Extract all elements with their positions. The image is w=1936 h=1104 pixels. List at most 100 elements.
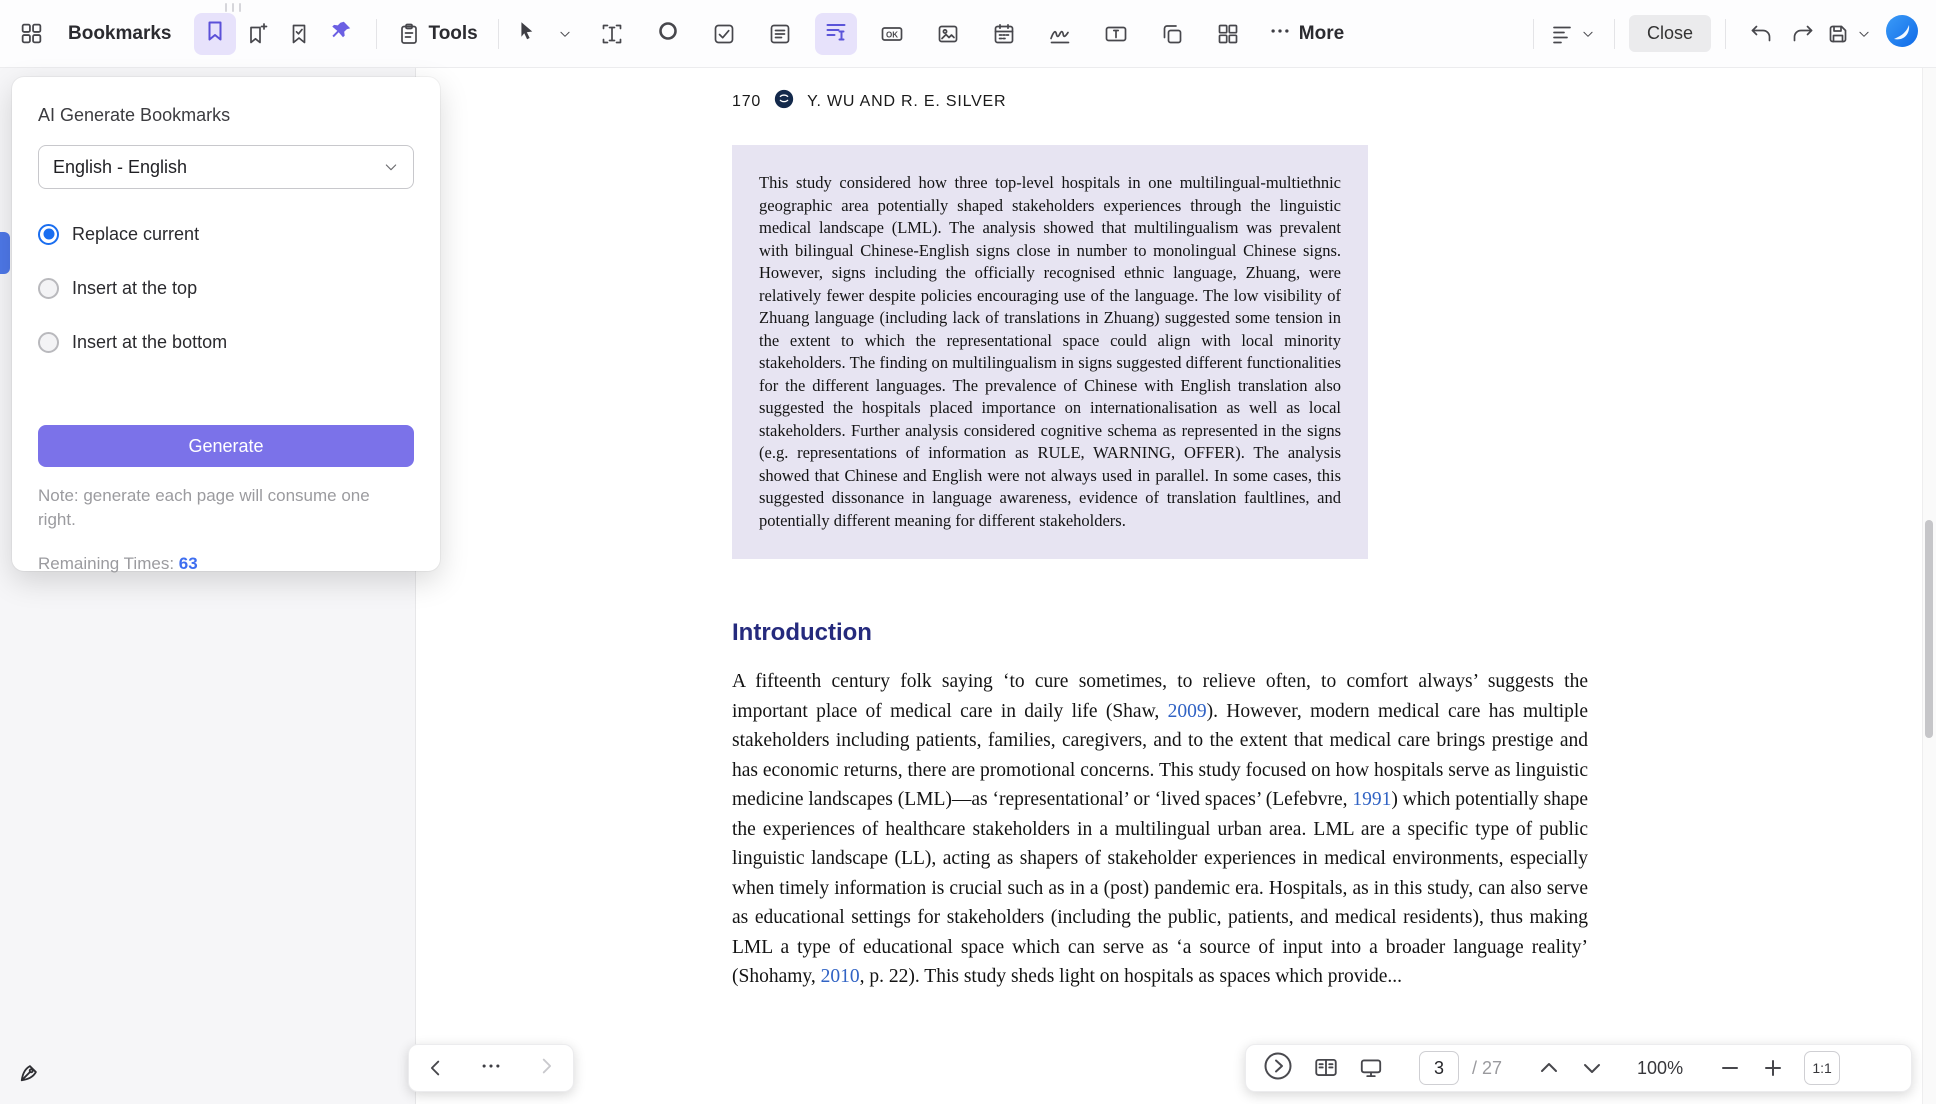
next-button-disabled[interactable] [535, 1055, 557, 1082]
remaining-times-label: Remaining Times: [38, 554, 179, 573]
toolbar-separator [1614, 19, 1615, 49]
generate-button[interactable]: Generate [38, 425, 414, 467]
citation-link[interactable]: 2009 [1168, 701, 1207, 722]
expand-bar-button[interactable] [1262, 1050, 1294, 1087]
prev-button[interactable] [425, 1057, 447, 1079]
circle-tool-button[interactable] [647, 13, 689, 55]
grid-view-icon [1216, 22, 1240, 46]
align-fields-button[interactable] [1548, 13, 1576, 55]
chevron-down-icon [1580, 1056, 1604, 1080]
citation-link[interactable]: 1991 [1352, 789, 1391, 810]
textarea-field-button[interactable] [1095, 13, 1137, 55]
apps-grid-icon [19, 21, 44, 46]
bookmark-add-button[interactable] [236, 13, 278, 55]
scrollbar-thumb[interactable] [1925, 520, 1933, 738]
apps-grid-button[interactable] [10, 13, 52, 55]
remaining-times-value: 63 [179, 554, 198, 573]
more-dots-icon [1269, 20, 1291, 47]
page-number-input[interactable]: 3 [1419, 1051, 1459, 1085]
text-select-button[interactable] [591, 13, 633, 55]
language-select[interactable]: English - English [38, 145, 414, 189]
citation-link[interactable]: 2010 [821, 966, 860, 987]
presentation-mode-button[interactable] [1358, 1055, 1384, 1081]
more-button[interactable]: More [1263, 13, 1350, 55]
text-field-button[interactable] [815, 13, 857, 55]
zoom-in-button[interactable] [1761, 1056, 1785, 1080]
select-tool-dropdown[interactable] [553, 13, 577, 55]
close-button[interactable]: Close [1629, 15, 1711, 52]
circle-next-icon [1262, 1050, 1294, 1087]
align-fields-dropdown[interactable] [1576, 13, 1600, 55]
bookmark-add-icon [245, 22, 269, 46]
app-logo-button[interactable] [1882, 13, 1922, 55]
language-select-value: English - English [53, 157, 187, 178]
pen-tool-icon [18, 1058, 44, 1084]
pen-tool-button[interactable] [14, 1054, 48, 1088]
copy-icon [1160, 22, 1184, 46]
publisher-logo [773, 88, 795, 115]
date-field-button[interactable] [983, 13, 1025, 55]
option-insert-bottom[interactable]: Insert at the bottom [38, 329, 414, 355]
sidebar-active-indicator [0, 232, 10, 274]
bookmark-list-button[interactable] [194, 13, 236, 55]
abstract-box: This study considered how three top-leve… [732, 145, 1368, 559]
list-field-button[interactable] [759, 13, 801, 55]
section-heading: Introduction [732, 619, 1588, 647]
two-page-view-button[interactable] [1313, 1055, 1339, 1081]
chevron-down-icon [558, 27, 572, 41]
chevron-down-icon [1857, 27, 1871, 41]
page-header: 170 Y. WU AND R. E. SILVER [732, 88, 1588, 115]
grid-view-button[interactable] [1207, 13, 1249, 55]
presentation-icon [1358, 1055, 1384, 1081]
vertical-scrollbar[interactable] [1922, 68, 1936, 1104]
redo-button[interactable] [1782, 13, 1824, 55]
radio-icon [38, 224, 59, 245]
tools-label: Tools [429, 23, 478, 45]
circle-tool-icon [656, 19, 680, 48]
date-field-icon [992, 22, 1016, 46]
toolbar-drag-handle[interactable] [225, 3, 241, 12]
pin-button[interactable] [320, 13, 362, 55]
signature-field-icon [1048, 22, 1072, 46]
chevron-right-icon [535, 1055, 557, 1082]
popup-note: Note: generate each page will consume on… [38, 484, 382, 532]
save-button[interactable] [1824, 13, 1852, 55]
ok-field-button[interactable]: OK [871, 13, 913, 55]
image-field-icon [936, 22, 960, 46]
running-head: Y. WU AND R. E. SILVER [807, 93, 1006, 111]
copy-button[interactable] [1151, 13, 1193, 55]
checkbox-field-button[interactable] [703, 13, 745, 55]
chevron-up-icon [1537, 1056, 1561, 1080]
two-page-view-icon [1313, 1055, 1339, 1081]
text-select-icon [600, 22, 624, 46]
signature-field-button[interactable] [1039, 13, 1081, 55]
zoom-out-button[interactable] [1718, 1056, 1742, 1080]
toolbar-separator [1533, 19, 1534, 49]
undo-icon [1749, 22, 1773, 46]
abstract-text: This study considered how three top-leve… [759, 172, 1341, 532]
save-icon [1826, 22, 1850, 46]
undo-button[interactable] [1740, 13, 1782, 55]
actual-size-button[interactable]: 1:1 [1804, 1051, 1840, 1085]
bookmark-check-button[interactable] [278, 13, 320, 55]
pdf-page: 170 Y. WU AND R. E. SILVER This study co… [732, 88, 1588, 992]
option-replace-current[interactable]: Replace current [38, 221, 414, 247]
form-tools-row: OK [513, 13, 1350, 55]
chevron-down-icon [1581, 27, 1595, 41]
previous-page-button[interactable] [1537, 1056, 1561, 1080]
image-field-button[interactable] [927, 13, 969, 55]
select-tool-button[interactable] [513, 13, 539, 55]
toolbar-separator [376, 19, 377, 49]
page-total-label: / 27 [1472, 1058, 1502, 1079]
tools-button[interactable]: Tools [391, 13, 484, 55]
save-dropdown[interactable] [1852, 13, 1876, 55]
panel-more-button[interactable] [480, 1055, 502, 1082]
zoom-level[interactable]: 100% [1637, 1058, 1683, 1079]
bookmark-check-icon [287, 22, 311, 46]
page-controls-bar: 3 / 27 100% 1:1 [1245, 1044, 1912, 1092]
pin-icon [329, 19, 353, 48]
toolbar-right-group: Close [1519, 13, 1922, 55]
next-page-button[interactable] [1580, 1056, 1604, 1080]
option-insert-top[interactable]: Insert at the top [38, 275, 414, 301]
textarea-field-icon [1104, 22, 1128, 46]
